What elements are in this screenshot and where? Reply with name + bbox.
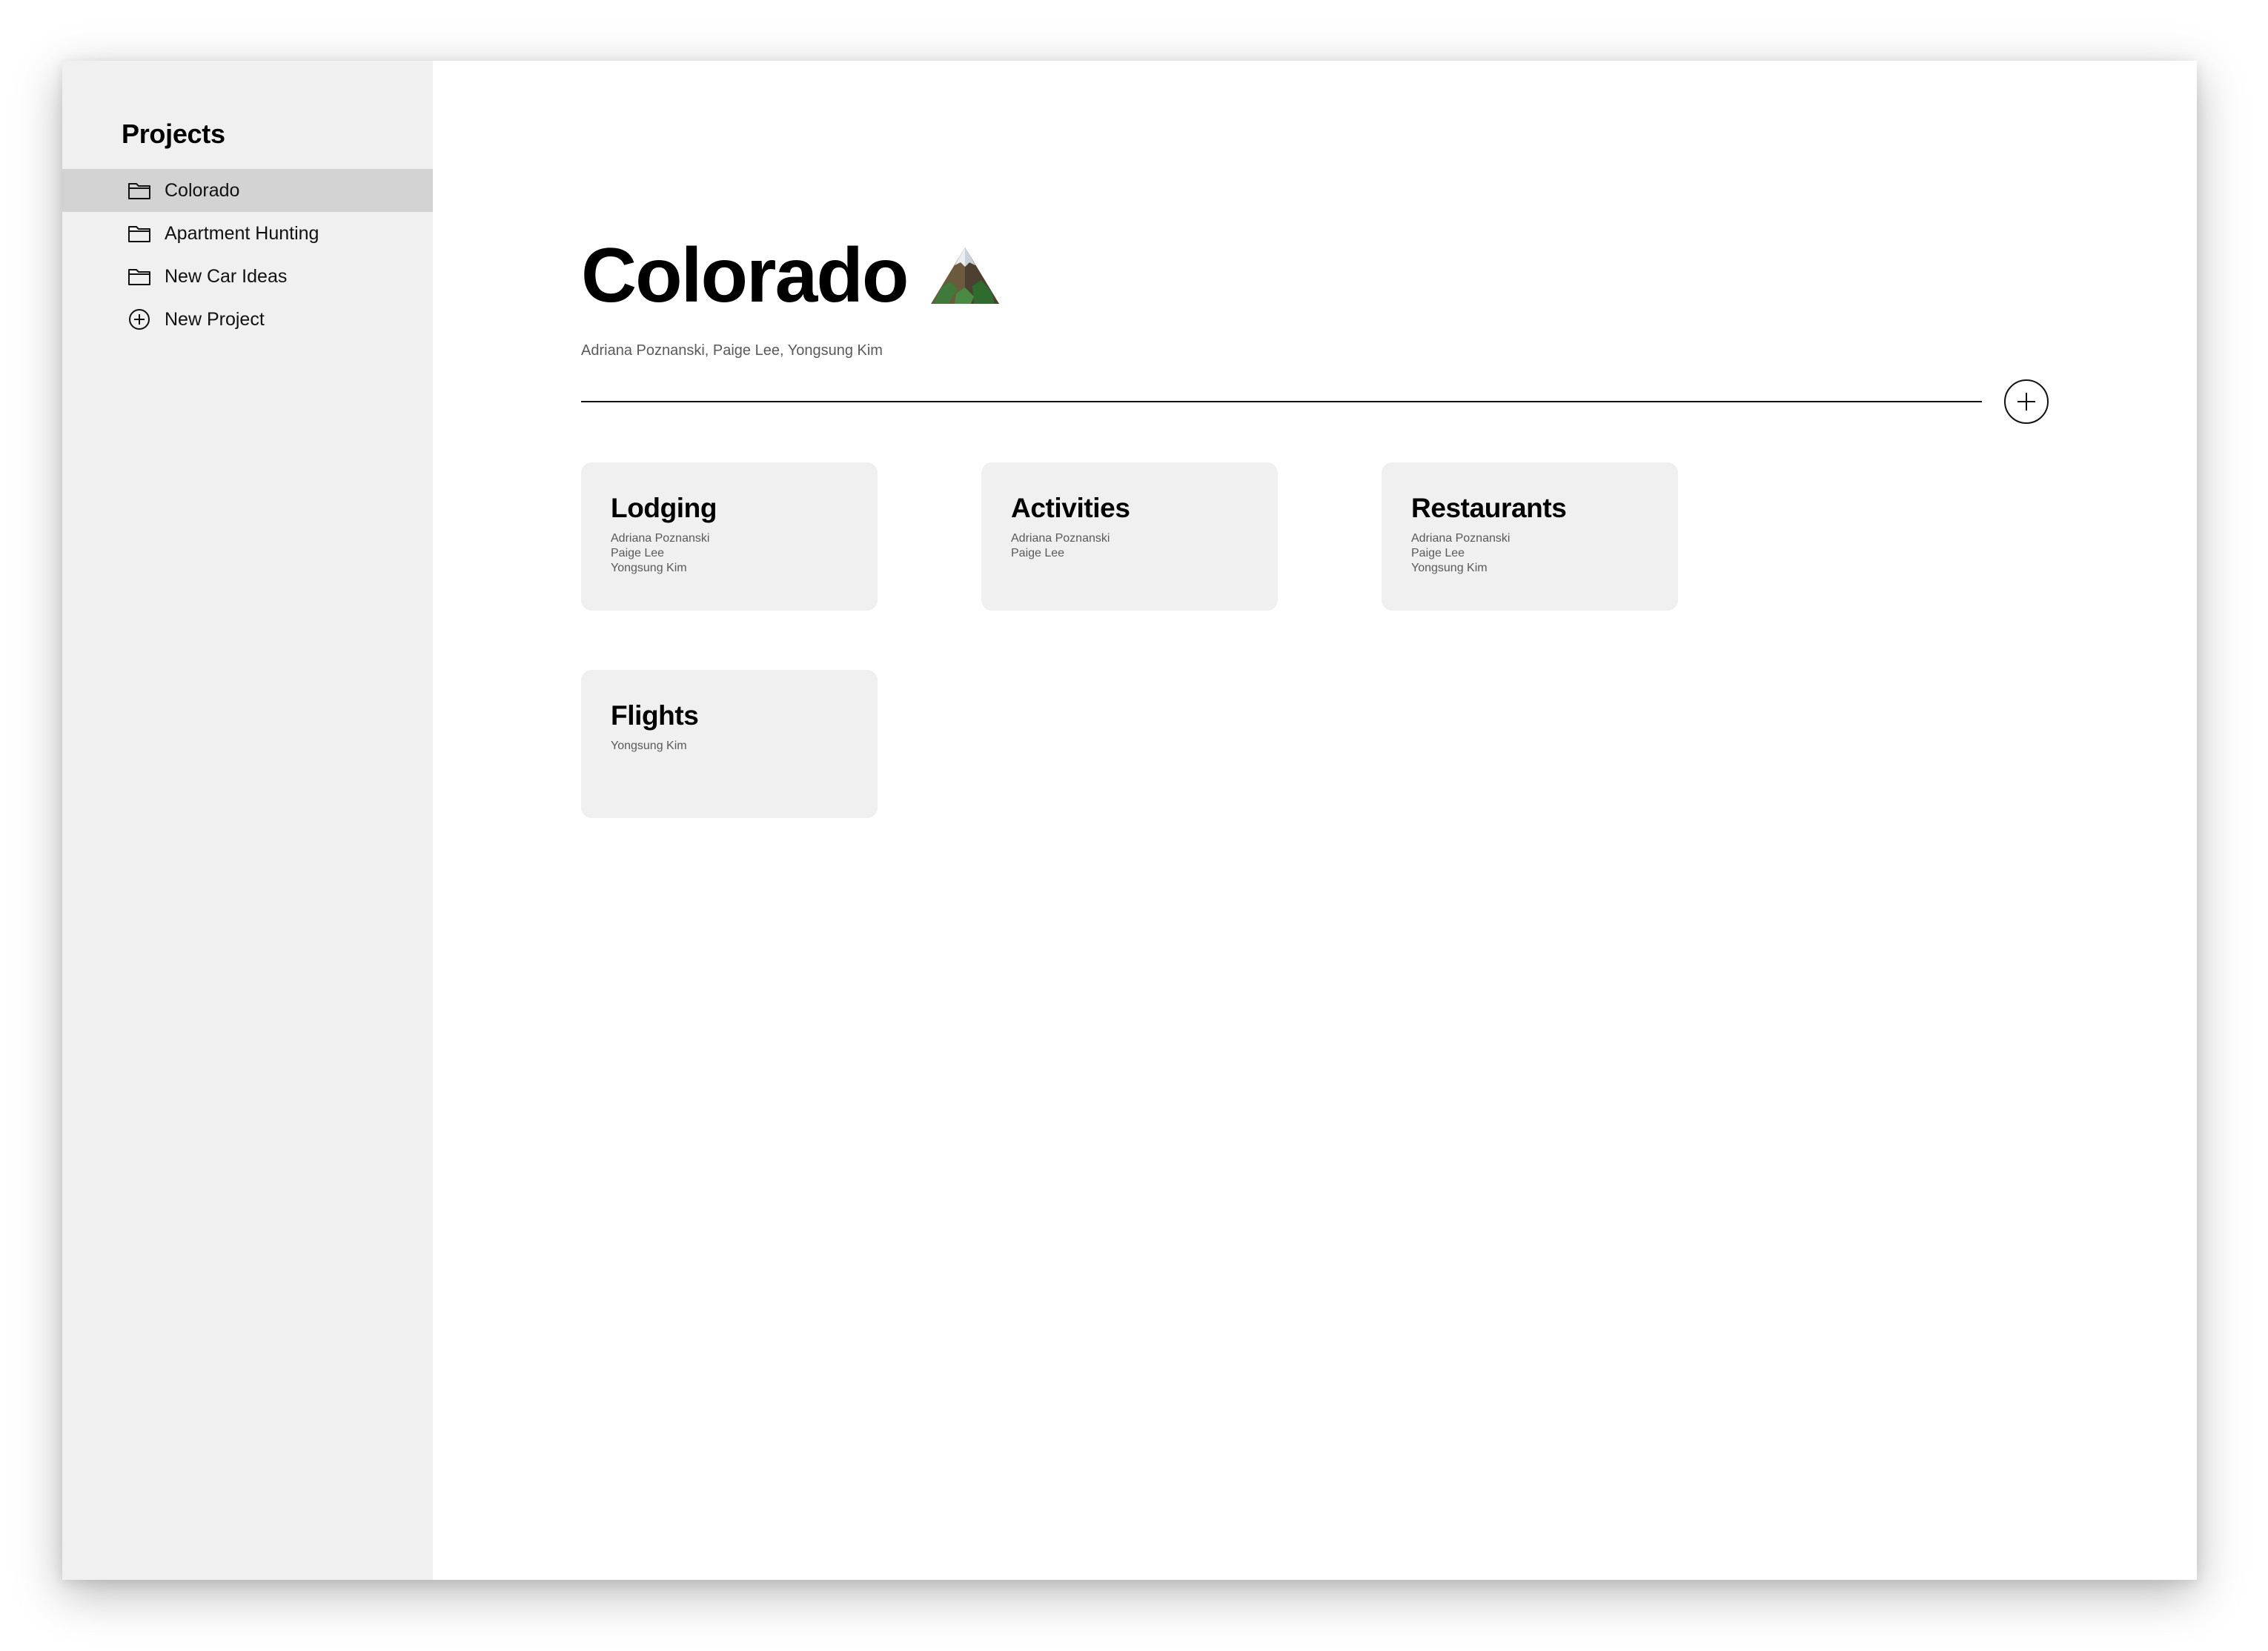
project-list: Colorado Apartment Hunting New Car Ideas… — [62, 169, 433, 341]
card-member: Paige Lee — [1011, 546, 1065, 559]
project-collaborators: Adriana Poznanski, Paige Lee, Yongsung K… — [581, 342, 883, 359]
sidebar-item-apartment-hunting[interactable]: Apartment Hunting — [62, 212, 433, 255]
add-section-button[interactable] — [2004, 379, 2049, 424]
card-member: Yongsung Kim — [1411, 561, 1488, 574]
card-title: Lodging — [611, 493, 717, 523]
card-member: Yongsung Kim — [611, 561, 687, 574]
card-lodging[interactable]: Lodging Adriana Poznanski Paige Lee Yong… — [581, 462, 878, 611]
sidebar-item-new-car-ideas[interactable]: New Car Ideas — [62, 255, 433, 298]
sidebar-title: Projects — [122, 119, 225, 149]
card-title: Restaurants — [1411, 493, 1567, 523]
plus-icon — [2017, 393, 2035, 411]
new-project-label: New Project — [165, 308, 265, 330]
app-window: Projects Colorado Apartment Hunting New … — [62, 61, 2197, 1580]
main-content: Colorado Adriana Poznanski, Paige Lee, Y… — [433, 61, 2197, 1580]
sidebar-item-colorado[interactable]: Colorado — [62, 169, 433, 212]
card-member: Adriana Poznanski — [1411, 531, 1511, 545]
sidebar: Projects Colorado Apartment Hunting New … — [62, 61, 433, 1580]
card-activities[interactable]: Activities Adriana Poznanski Paige Lee — [981, 462, 1278, 611]
sidebar-item-label: Colorado — [165, 179, 240, 201]
page-title: Colorado — [581, 233, 909, 319]
card-member: Yongsung Kim — [611, 739, 687, 752]
folder-icon — [127, 222, 151, 245]
card-member: Paige Lee — [611, 546, 665, 559]
new-project-button[interactable]: New Project — [62, 298, 433, 341]
card-title: Flights — [611, 700, 699, 731]
card-member: Paige Lee — [1411, 546, 1465, 559]
divider — [581, 401, 1982, 402]
sidebar-item-label: New Car Ideas — [165, 265, 288, 287]
mountain-emoji-icon — [928, 245, 1002, 307]
sidebar-item-label: Apartment Hunting — [165, 222, 319, 244]
card-member: Adriana Poznanski — [611, 531, 710, 545]
folder-icon — [127, 265, 151, 288]
card-restaurants[interactable]: Restaurants Adriana Poznanski Paige Lee … — [1382, 462, 1678, 611]
page-header: Colorado — [581, 237, 1002, 314]
folder-icon — [127, 179, 151, 202]
card-member: Adriana Poznanski — [1011, 531, 1110, 545]
plus-circle-icon — [127, 308, 151, 331]
card-flights[interactable]: Flights Yongsung Kim — [581, 670, 878, 818]
card-title: Activities — [1011, 493, 1130, 523]
